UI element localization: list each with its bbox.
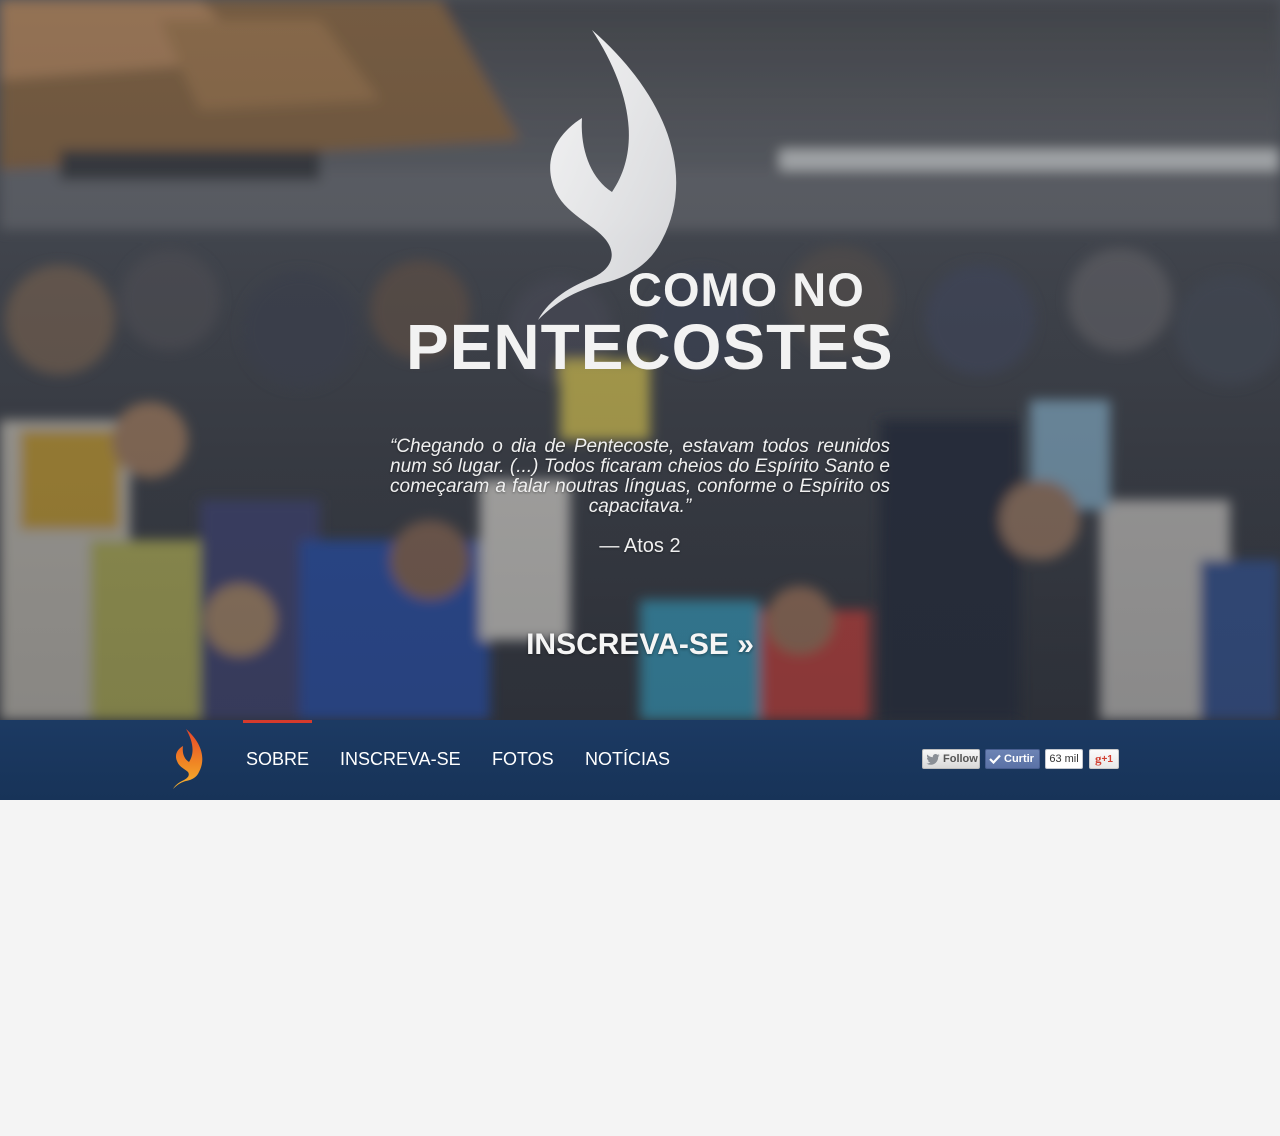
hero-title-line2: PENTECOSTES (406, 311, 894, 383)
hero-section: COMO NO PENTECOSTES “Chegando o dia de P… (0, 0, 1280, 720)
facebook-like-count: 63 mil (1045, 749, 1083, 769)
nav-active-indicator (243, 720, 312, 723)
main-content-area (0, 800, 1280, 1136)
twitter-follow-label: Follow (943, 753, 978, 765)
google-plus-button[interactable]: g +1 (1089, 749, 1119, 769)
hero-title-line1: COMO NO (628, 263, 865, 316)
flame-logo-icon[interactable] (170, 728, 206, 790)
twitter-follow-button[interactable]: Follow (922, 749, 980, 769)
nav-item-noticias[interactable]: NOTÍCIAS (585, 749, 670, 770)
nav-item-inscreva-se[interactable]: INSCREVA-SE (340, 749, 461, 770)
hero-quote-reference: — Atos 2 (599, 535, 681, 557)
google-plus-label: +1 (1101, 753, 1113, 765)
facebook-like-label: Curtir (1004, 753, 1034, 765)
facebook-check-icon (989, 754, 1001, 764)
hero-quote: “Chegando o dia de Pentecoste, estavam t… (390, 436, 890, 517)
nav-item-fotos[interactable]: FOTOS (492, 749, 554, 770)
twitter-bird-icon (926, 753, 940, 765)
nav-item-sobre[interactable]: SOBRE (246, 749, 309, 770)
signup-cta-link[interactable]: INSCREVA-SE » (490, 628, 790, 662)
facebook-like-button[interactable]: Curtir (985, 749, 1040, 769)
